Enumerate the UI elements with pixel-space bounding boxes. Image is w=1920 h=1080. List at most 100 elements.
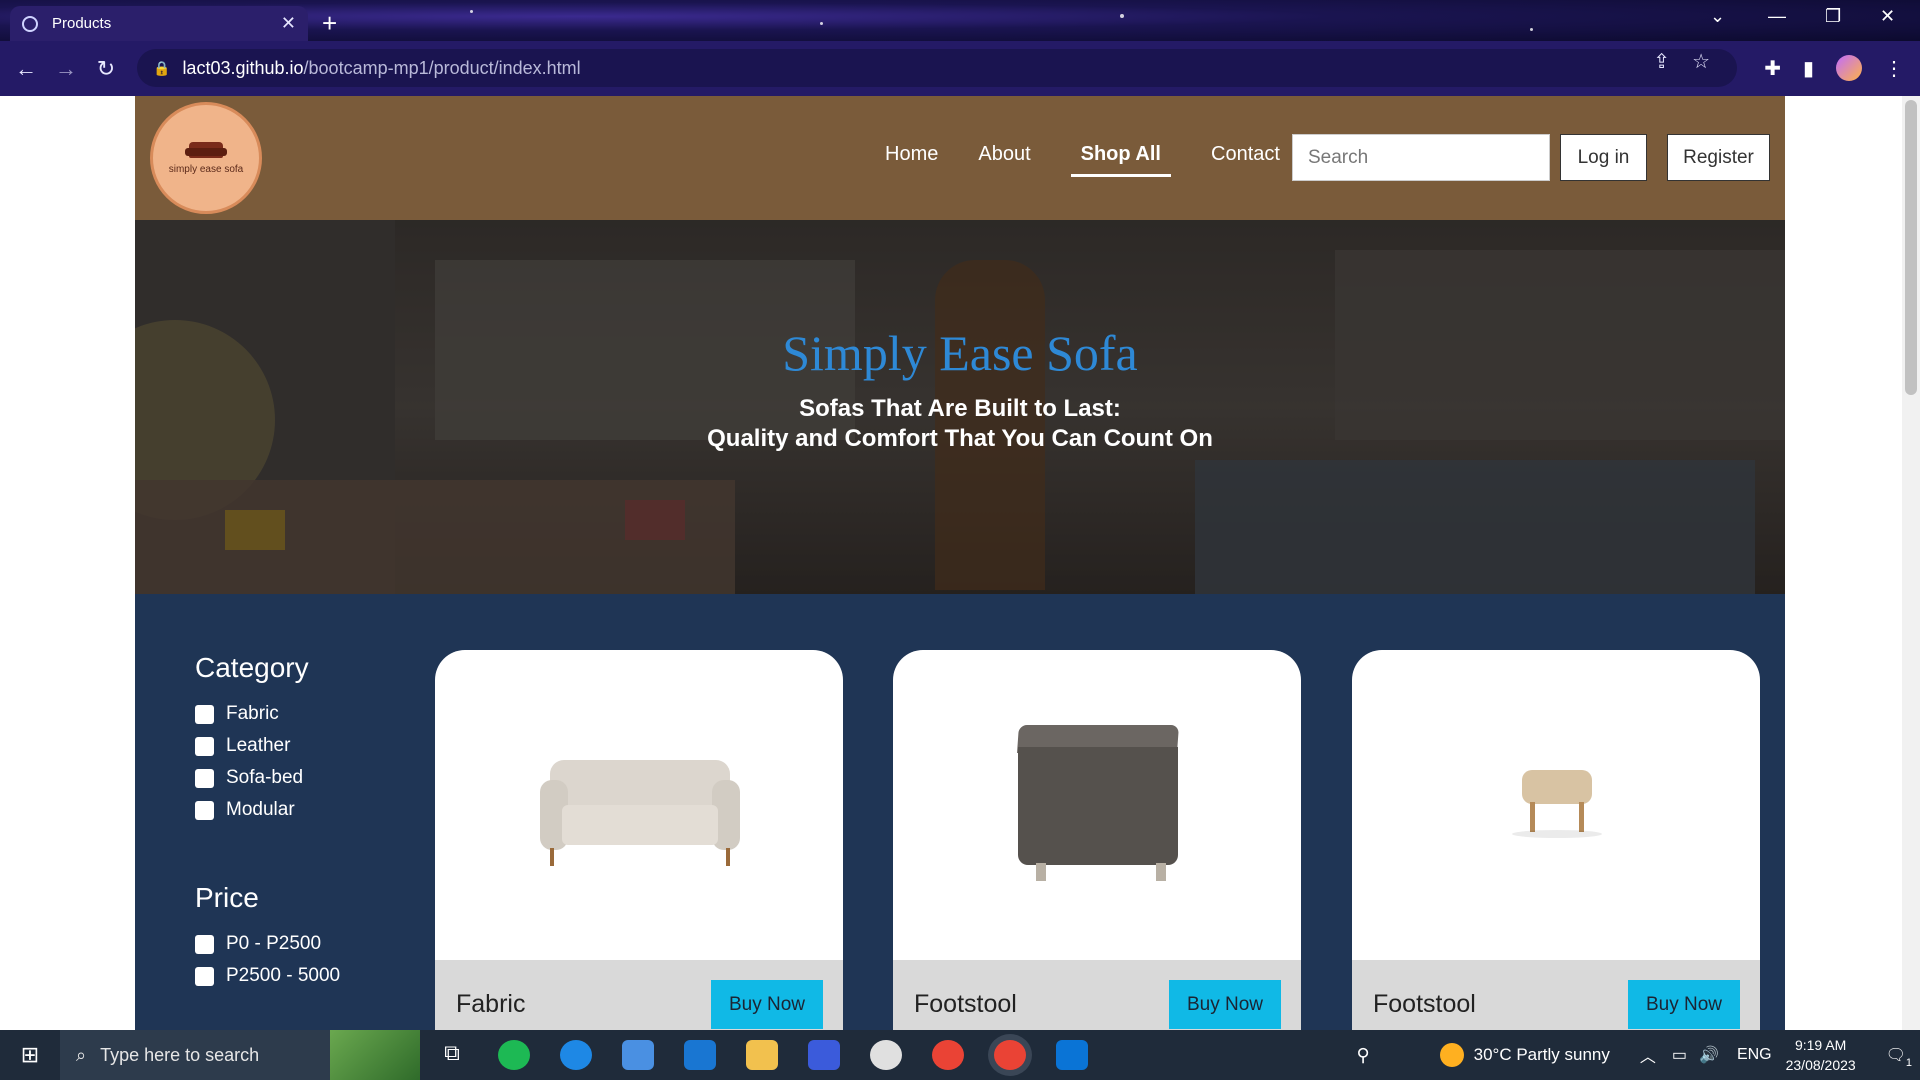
- filter-label: P2500 - 5000: [226, 965, 341, 986]
- filters-sidebar: Category Fabric Leather Sofa-bed Modular…: [195, 652, 340, 992]
- network-icon[interactable]: ▭: [1672, 1045, 1687, 1065]
- sofa-logo-icon: [185, 141, 227, 158]
- logo-text: simply ease sofa: [168, 163, 244, 175]
- tray-chevron-icon[interactable]: ︿: [1640, 1043, 1656, 1067]
- filter-label: Leather: [226, 735, 291, 756]
- register-button[interactable]: Register: [1667, 134, 1770, 181]
- clock[interactable]: 9:19 AM 23/08/2023: [1786, 1035, 1856, 1075]
- close-window-icon[interactable]: ✕: [1880, 6, 1895, 27]
- scrollbar-thumb[interactable]: [1905, 100, 1917, 395]
- weather-widget[interactable]: 30°C Partly sunny: [1439, 1043, 1610, 1067]
- new-tab-icon[interactable]: +: [322, 8, 337, 39]
- taskbar-search-placeholder: Type here to search: [100, 1044, 260, 1065]
- browser-tab-products[interactable]: Products ✕: [10, 6, 308, 41]
- edge-icon[interactable]: [560, 1040, 592, 1070]
- product-name: Fabric: [456, 990, 526, 1018]
- search-highlight-image: [330, 1030, 420, 1080]
- restore-icon[interactable]: ❐: [1825, 6, 1841, 27]
- globe-icon: [22, 15, 38, 32]
- task-view-icon[interactable]: ⧉: [436, 1040, 468, 1070]
- browser-toolbar: ← → ↻ 🔒 lact03.github.io /bootcamp-mp1/p…: [0, 41, 1920, 96]
- lock-icon: 🔒: [153, 59, 171, 76]
- file-explorer-icon[interactable]: [746, 1040, 778, 1070]
- back-icon[interactable]: ←: [6, 56, 46, 82]
- decor-star: [1120, 14, 1124, 18]
- search-input[interactable]: [1292, 134, 1550, 181]
- products-section: Category Fabric Leather Sofa-bed Modular…: [135, 594, 1785, 1030]
- chrome-icon[interactable]: [932, 1040, 964, 1070]
- checkbox[interactable]: [195, 934, 214, 954]
- filter-fabric[interactable]: Fabric: [195, 698, 340, 730]
- taskbar-search[interactable]: ⌕ Type here to search: [60, 1030, 420, 1080]
- close-tab-icon[interactable]: ✕: [281, 13, 296, 34]
- vscode-icon[interactable]: [1056, 1040, 1088, 1070]
- product-name: Footstool: [914, 990, 1017, 1018]
- hero-subtitle-line1: Sofas That Are Built to Last:: [799, 395, 1121, 422]
- volume-icon[interactable]: 🔊: [1699, 1045, 1719, 1065]
- share-icon[interactable]: ⇪: [1653, 49, 1670, 74]
- clock-time: 9:19 AM: [1794, 1037, 1847, 1053]
- website: simply ease sofa Home About Shop All Con…: [135, 96, 1785, 1030]
- checkbox[interactable]: [195, 800, 214, 820]
- forward-icon[interactable]: →: [46, 56, 86, 82]
- windows-start-icon[interactable]: ⊞: [0, 1042, 60, 1068]
- filter-price-0-2500[interactable]: P0 - P2500: [195, 928, 340, 960]
- checkbox[interactable]: [195, 966, 214, 986]
- filter-sofa-bed[interactable]: Sofa-bed: [195, 762, 340, 794]
- tab-search-chevron-icon[interactable]: ⌄: [1710, 6, 1725, 27]
- filter-label: P0 - P2500: [226, 933, 322, 954]
- nav-home[interactable]: Home: [885, 143, 938, 177]
- nav-about[interactable]: About: [978, 143, 1030, 177]
- weather-text: 30°C Partly sunny: [1473, 1045, 1610, 1064]
- notification-count: 1: [1905, 1057, 1912, 1069]
- nav-shop-all[interactable]: Shop All: [1070, 143, 1171, 177]
- partly-sunny-icon: [1439, 1043, 1464, 1067]
- decor-star: [470, 10, 473, 13]
- url-host: lact03.github.io: [182, 57, 304, 78]
- product-name: Footstool: [1373, 990, 1476, 1018]
- page-viewport: simply ease sofa Home About Shop All Con…: [0, 96, 1920, 1030]
- address-bar[interactable]: 🔒 lact03.github.io /bootcamp-mp1/product…: [137, 49, 1737, 87]
- browser-tab-strip: Products ✕ + ⌄ — ❐ ✕: [0, 0, 1920, 41]
- chrome-active-icon[interactable]: [994, 1040, 1026, 1070]
- calculator-icon[interactable]: [808, 1040, 840, 1070]
- browser-menu-icon[interactable]: ⋮: [1884, 56, 1904, 81]
- filter-leather[interactable]: Leather: [195, 730, 340, 762]
- clock-date: 23/08/2023: [1785, 1057, 1856, 1073]
- product-image-fabric-sofa[interactable]: [540, 750, 740, 870]
- extensions-puzzle-icon[interactable]: ✚: [1764, 56, 1781, 81]
- snipping-tool-icon[interactable]: [870, 1040, 902, 1070]
- page-scrollbar[interactable]: [1902, 96, 1920, 1030]
- nav-contact[interactable]: Contact: [1211, 143, 1280, 177]
- minimize-icon[interactable]: —: [1768, 6, 1786, 27]
- brand-logo[interactable]: simply ease sofa: [150, 102, 262, 214]
- product-image-grey-footstool[interactable]: [1017, 725, 1179, 885]
- spotify-icon[interactable]: [498, 1040, 530, 1070]
- site-header: simply ease sofa Home About Shop All Con…: [135, 96, 1785, 220]
- product-card: Fabric Buy Now: [435, 650, 843, 1030]
- buy-now-button[interactable]: Buy Now: [1628, 980, 1740, 1029]
- hero-subtitle: Sofas That Are Built to Last: Quality an…: [135, 394, 1785, 454]
- bookmark-star-icon[interactable]: ☆: [1692, 49, 1710, 74]
- checkbox[interactable]: [195, 768, 214, 788]
- store-icon[interactable]: [622, 1040, 654, 1070]
- filter-price-2500-5000[interactable]: P2500 - 5000: [195, 960, 340, 992]
- notifications-icon[interactable]: 🗨 1: [1886, 1045, 1912, 1069]
- login-button[interactable]: Log in: [1560, 134, 1647, 181]
- filter-modular[interactable]: Modular: [195, 794, 340, 826]
- side-panel-icon[interactable]: ▮: [1803, 56, 1814, 81]
- product-image-beige-footstool[interactable]: [1512, 770, 1602, 840]
- reload-icon[interactable]: ↻: [86, 56, 126, 82]
- checkbox[interactable]: [195, 736, 214, 756]
- profile-avatar[interactable]: [1836, 55, 1862, 81]
- buy-now-button[interactable]: Buy Now: [1169, 980, 1281, 1029]
- url-path: /bootcamp-mp1/product/index.html: [303, 57, 581, 78]
- checkbox[interactable]: [195, 704, 214, 724]
- language-indicator[interactable]: ENG: [1737, 1046, 1772, 1064]
- price-heading: Price: [195, 882, 259, 913]
- people-icon[interactable]: ⚲: [1356, 1045, 1369, 1066]
- mail-icon[interactable]: [684, 1040, 716, 1070]
- filter-label: Sofa-bed: [226, 767, 304, 788]
- buy-now-button[interactable]: Buy Now: [711, 980, 823, 1029]
- card-footer: Fabric Buy Now: [435, 960, 843, 1030]
